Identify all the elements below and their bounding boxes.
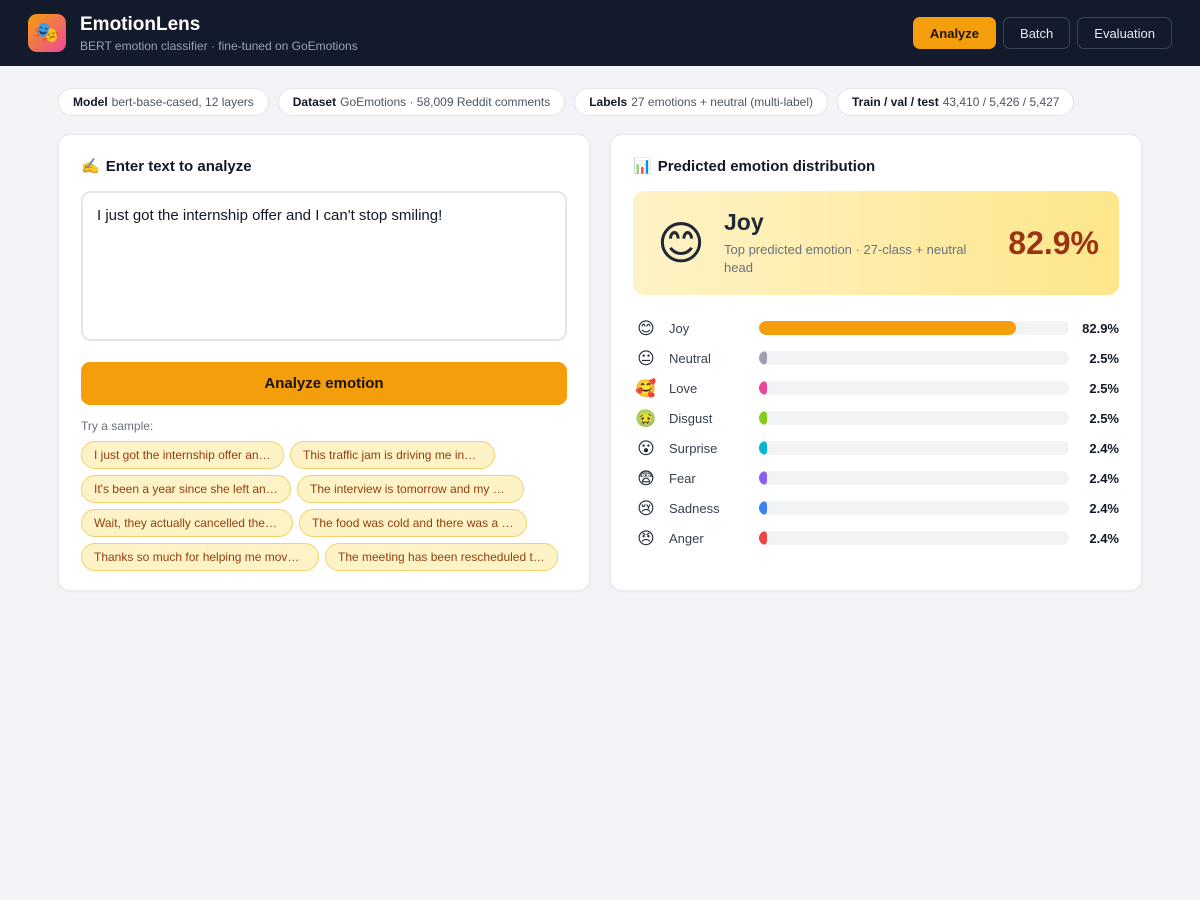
bar-track <box>759 381 1069 395</box>
dataset-chip: Dataset GoEmotions · 58,009 Reddit commen… <box>277 88 566 116</box>
emotion-row-surprise: 😮 Surprise 2.4% <box>633 433 1119 463</box>
bar-track <box>759 531 1069 545</box>
sample-chip[interactable]: This traffic jam is driving me insane! <box>290 441 495 469</box>
bar-track <box>759 321 1069 335</box>
output-card: 📊 Predicted emotion distribution 😊 Joy T… <box>610 134 1142 591</box>
angry-face-icon: 😠 <box>637 528 655 548</box>
app-title: EmotionLens <box>80 13 201 35</box>
bar-fill <box>759 501 767 515</box>
bar-fill <box>759 351 767 365</box>
top-emotion-percent: 82.9% <box>1008 224 1099 261</box>
emotion-row-sadness: 😢 Sadness 2.4% <box>633 493 1119 523</box>
top-emotion-label: Joy <box>724 209 764 235</box>
bar-track <box>759 441 1069 455</box>
top-bar: 🎭 EmotionLens BERT emotion classifier · … <box>0 0 1200 66</box>
bar-chart-icon: 📊 <box>633 158 652 175</box>
emotion-row-fear: 😨 Fear 2.4% <box>633 463 1119 493</box>
emotion-percent: 2.4% <box>1089 530 1119 546</box>
emotion-label: Joy <box>669 320 690 336</box>
chip-value: 43,410 / 5,426 / 5,427 <box>942 95 1060 109</box>
nav-evaluation-button[interactable]: Evaluation <box>1077 17 1172 49</box>
emotion-label: Sadness <box>669 500 720 516</box>
sample-chip[interactable]: The food was cold and there was a hair i… <box>299 509 527 537</box>
sample-chip[interactable]: The meeting has been rescheduled to Thur… <box>325 543 558 571</box>
bar-fill <box>759 321 1016 335</box>
chip-key: Model <box>73 95 108 109</box>
sample-chip[interactable]: It's been a year since she left and I st… <box>81 475 291 503</box>
emotion-percent: 2.4% <box>1089 500 1119 516</box>
output-title-text: Predicted emotion distribution <box>657 157 876 175</box>
sample-chip[interactable]: Thanks so much for helping me move this … <box>81 543 319 571</box>
sample-list: I just got the internship offer and I ca… <box>81 441 567 571</box>
bar-fill <box>759 411 767 425</box>
model-chip: Model bert-base-cased, 12 layers <box>58 88 269 116</box>
top-emotion-description: Top predicted emotion · 27-class + neutr… <box>724 242 967 275</box>
bar-track <box>759 471 1069 485</box>
app-logo-icon: 🎭 <box>28 14 66 52</box>
main-nav: Analyze Batch Evaluation <box>912 17 1172 49</box>
crying-face-icon: 😢 <box>637 498 655 518</box>
bar-fill <box>759 441 767 455</box>
emotion-percent: 2.5% <box>1089 350 1119 366</box>
main-panels: ✍️ Enter text to analyze I just got the … <box>0 116 1200 591</box>
chip-value: bert-base-cased, 12 layers <box>111 95 254 109</box>
input-card: ✍️ Enter text to analyze I just got the … <box>58 134 590 591</box>
chip-key: Train / val / test <box>852 95 939 109</box>
emotion-row-disgust: 🤢 Disgust 2.5% <box>633 403 1119 433</box>
analyze-emotion-button[interactable]: Analyze emotion <box>81 362 567 405</box>
chip-key: Labels <box>589 95 628 109</box>
input-title-text: Enter text to analyze <box>105 157 252 175</box>
bar-track <box>759 351 1069 365</box>
emotion-label: Fear <box>669 470 696 486</box>
writing-hand-icon: ✍️ <box>81 158 100 175</box>
emotion-label: Disgust <box>669 410 713 426</box>
chip-value: 27 emotions + neutral (multi-label) <box>631 95 813 109</box>
emotion-percent: 2.4% <box>1089 470 1119 486</box>
bar-track <box>759 411 1069 425</box>
emotion-row-anger: 😠 Anger 2.4% <box>633 523 1119 553</box>
sample-chip[interactable]: The interview is tomorrow and my hands a… <box>297 475 524 503</box>
emotion-percent: 2.5% <box>1089 410 1119 426</box>
labels-chip: Labels 27 emotions + neutral (multi-label… <box>574 88 828 116</box>
sample-chip[interactable]: Wait, they actually cancelled the show?! <box>81 509 293 537</box>
brand: EmotionLens BERT emotion classifier · fi… <box>80 14 358 53</box>
nauseated-face-icon: 🤢 <box>635 408 657 428</box>
fearful-face-icon: 😨 <box>637 468 655 488</box>
emotion-percent: 2.4% <box>1089 440 1119 456</box>
app-subtitle: BERT emotion classifier · fine-tuned on … <box>80 38 358 53</box>
bar-fill <box>759 531 767 545</box>
top-prediction: 😊 Joy Top predicted emotion · 27-class +… <box>633 191 1119 295</box>
nav-analyze-button[interactable]: Analyze <box>912 17 997 49</box>
input-card-title: ✍️ Enter text to analyze <box>81 157 567 176</box>
sample-chip[interactable]: I just got the internship offer and I ca… <box>81 441 284 469</box>
emotion-label: Anger <box>669 530 704 546</box>
emotion-label: Love <box>669 380 698 396</box>
bar-track <box>759 501 1069 515</box>
surprised-face-icon: 😮 <box>637 438 655 458</box>
top-prediction-info: Joy Top predicted emotion · 27-class + n… <box>724 209 974 277</box>
emotion-percent: 82.9% <box>1082 320 1119 336</box>
bar-fill <box>759 381 767 395</box>
output-card-title: 📊 Predicted emotion distribution <box>633 157 1119 176</box>
chip-value: GoEmotions · 58,009 Reddit comments <box>340 95 551 109</box>
emotion-row-love: 🥰 Love 2.5% <box>633 373 1119 403</box>
neutral-face-icon: 😐 <box>637 348 655 368</box>
samples-label: Try a sample: <box>81 419 154 433</box>
emotion-row-neutral: 😐 Neutral 2.5% <box>633 343 1119 373</box>
smiling-face-icon: 😊 <box>657 217 705 269</box>
emotion-label: Neutral <box>669 350 711 366</box>
split-chip: Train / val / test 43,410 / 5,426 / 5,427 <box>837 88 1075 116</box>
emotion-label: Surprise <box>669 440 718 456</box>
model-info-row: Model bert-base-cased, 12 layers Dataset G… <box>0 66 1200 116</box>
bar-fill <box>759 471 767 485</box>
chip-key: Dataset <box>292 95 337 109</box>
joy-icon: 😊 <box>637 318 655 338</box>
text-input[interactable]: I just got the internship offer and I ca… <box>81 191 567 341</box>
emotion-row-joy: 😊 Joy 82.9% <box>633 313 1119 343</box>
love-face-icon: 🥰 <box>635 378 657 398</box>
nav-batch-button[interactable]: Batch <box>1003 17 1071 49</box>
emotion-percent: 2.5% <box>1089 380 1119 396</box>
emotion-bars: 😊 Joy 82.9% 😐 Neutral 2.5% 🥰 Love 2.5% 🤢… <box>633 313 1119 553</box>
